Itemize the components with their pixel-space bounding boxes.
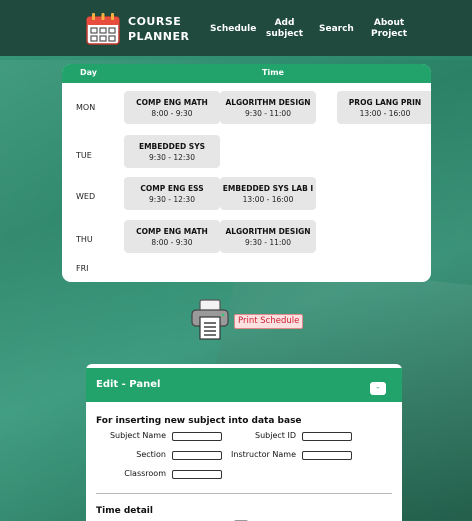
class-name: PROG LANG PRIN [348, 98, 422, 107]
brand-line-1: COURSE [128, 15, 182, 28]
nav-label: Project [371, 29, 408, 39]
class-time: 9:30 - 11:00 [245, 238, 291, 247]
class-time: 8:00 - 9:30 [151, 109, 193, 118]
nav-schedule[interactable]: Schedule [210, 24, 256, 35]
nav-label: Schedule [210, 24, 257, 34]
divider [96, 493, 392, 494]
nav-about-project[interactable]: About Project [371, 18, 407, 40]
column-header-time: Time [262, 68, 284, 77]
class-time: 9:30 - 11:00 [245, 109, 291, 118]
brand-line-2: PLANNER [128, 30, 190, 43]
subject-name-label: Subject Name [109, 431, 166, 440]
collapse-panel-button[interactable]: - [370, 382, 386, 395]
class-slot[interactable]: ALGORITHM DESIGN 9:30 - 11:00 [220, 91, 316, 124]
edit-panel-title: Edit - Panel [96, 379, 161, 390]
class-slot[interactable]: PROG LANG PRIN 13:00 - 16:00 [337, 91, 431, 124]
classroom-label: Classroom [124, 469, 166, 478]
print-schedule-button[interactable]: Print Schedule [234, 314, 304, 329]
class-time: 9:30 - 12:30 [149, 153, 195, 162]
class-slot[interactable]: COMP ENG MATH 8:00 - 9:30 [124, 220, 220, 253]
nav-search[interactable]: Search [319, 24, 354, 35]
day-label: THU [76, 235, 93, 244]
column-header-day: Day [80, 68, 98, 77]
class-time: 13:00 - 16:00 [359, 109, 411, 118]
class-name: ALGORITHM DESIGN [225, 98, 311, 107]
classroom-field[interactable] [172, 470, 222, 479]
section-field[interactable] [172, 451, 222, 460]
edit-panel: Edit - Panel - For inserting new subject… [86, 364, 402, 521]
class-slot[interactable]: EMBEDDED SYS LAB I 13:00 - 16:00 [220, 177, 316, 210]
nav-label: About [373, 18, 405, 28]
class-name: COMP ENG MATH [136, 227, 208, 236]
time-detail-heading: Time detail [96, 506, 153, 516]
printer-icon[interactable] [190, 299, 230, 341]
class-name: COMP ENG ESS [140, 184, 204, 193]
subject-name-field[interactable] [172, 432, 222, 441]
top-nav-bar: COURSE PLANNER Schedule Add subject Sear… [0, 0, 472, 56]
class-name: ALGORITHM DESIGN [225, 227, 311, 236]
nav-label: Search [319, 24, 354, 34]
edit-panel-header: Edit - Panel - [86, 368, 402, 402]
class-name: EMBEDDED SYS [138, 142, 206, 151]
class-time: 8:00 - 9:30 [151, 238, 193, 247]
nav-label: Add [274, 18, 295, 28]
subject-id-label: Subject ID [255, 431, 296, 440]
class-name: EMBEDDED SYS LAB I [222, 184, 314, 193]
class-slot[interactable]: COMP ENG MATH 8:00 - 9:30 [124, 91, 220, 124]
calendar-logo-icon [86, 13, 120, 45]
class-slot[interactable]: EMBEDDED SYS 9:30 - 12:30 [124, 135, 220, 168]
instructor-name-field[interactable] [302, 451, 352, 460]
day-label: FRI [76, 264, 89, 273]
app-brand[interactable]: COURSE PLANNER [128, 14, 189, 44]
class-name: COMP ENG MATH [136, 98, 208, 107]
edit-panel-subtitle: For inserting new subject into data base [96, 416, 302, 426]
day-label: MON [76, 103, 96, 112]
section-label: Section [136, 450, 166, 459]
class-time: 9:30 - 12:30 [149, 195, 195, 204]
instructor-name-label: Instructor Name [231, 450, 296, 459]
nav-label: subject [266, 29, 304, 39]
schedule-table: Day Time MON TUE WED THU FRI COMP ENG MA… [62, 64, 431, 282]
class-time: 13:00 - 16:00 [242, 195, 294, 204]
day-label: TUE [76, 151, 92, 160]
day-label: WED [76, 192, 96, 201]
subject-id-field[interactable] [302, 432, 352, 441]
nav-add-subject[interactable]: Add subject [266, 18, 303, 40]
class-slot[interactable]: COMP ENG ESS 9:30 - 12:30 [124, 177, 220, 210]
class-slot[interactable]: ALGORITHM DESIGN 9:30 - 11:00 [220, 220, 316, 253]
schedule-header-row: Day Time [62, 64, 431, 83]
